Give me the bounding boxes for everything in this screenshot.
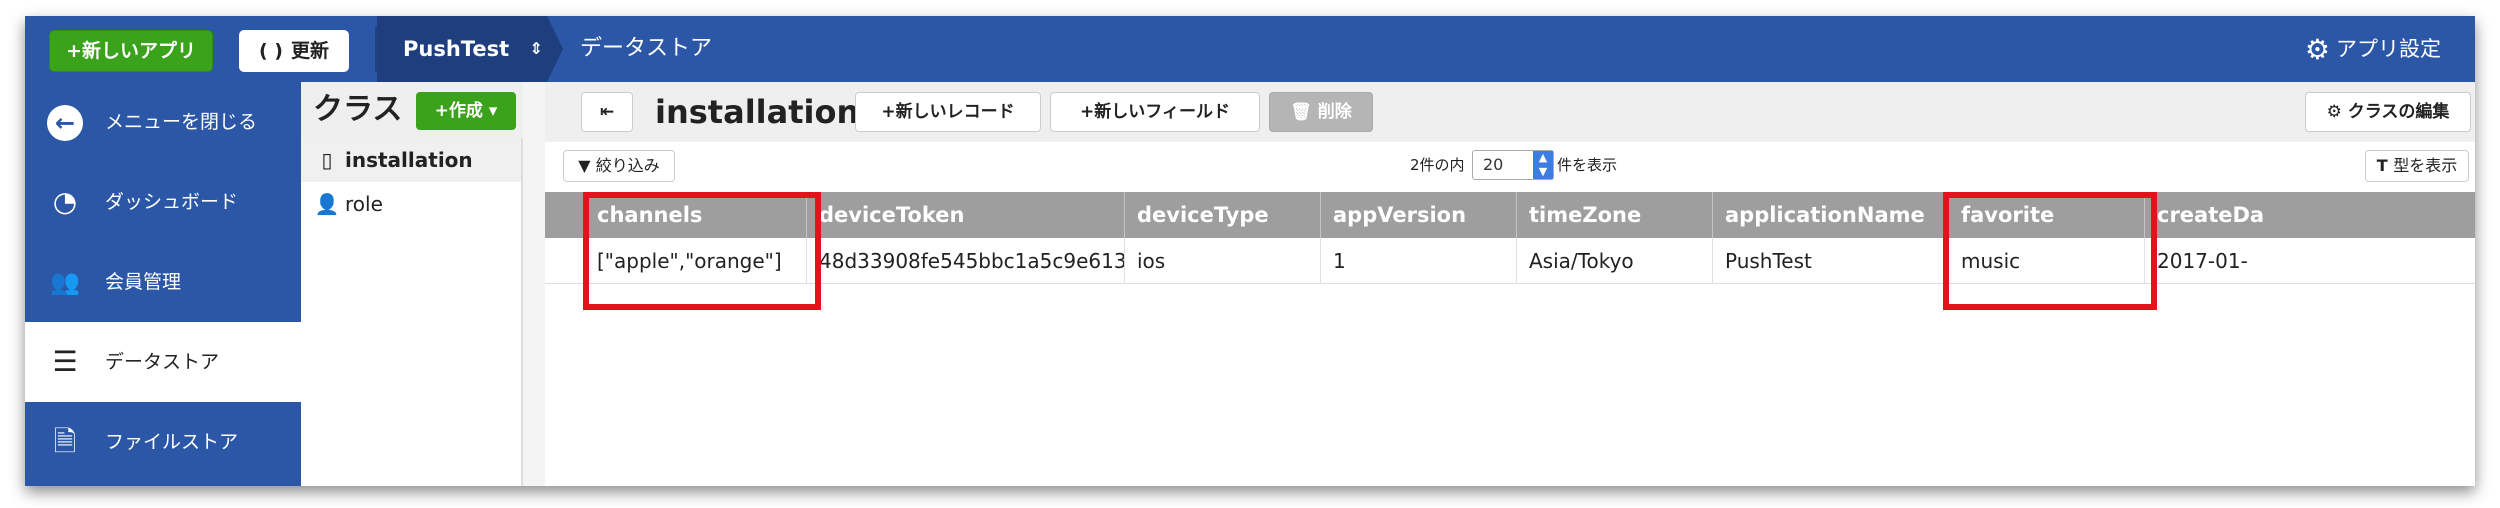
column-header-applicationname[interactable]: applicationName [1713,192,1949,238]
app-name: PushTest [403,37,510,61]
gear-icon: ⚙ [2326,102,2348,122]
column-header-devicetype[interactable]: deviceType [1125,192,1321,238]
column-header-timezone[interactable]: timeZone [1517,192,1713,238]
cell-devicetoken[interactable]: 48d33908fe545bbc1a5c9e61372f144e3a833… [807,238,1125,284]
dashboard-icon: ◔ [52,185,78,218]
class-item-label: installation [345,148,473,172]
count-prefix: 2件の内 [1410,156,1465,174]
table-header: channels deviceToken deviceType appVersi… [545,192,2475,238]
app-selector[interactable]: PushTest ⇕ [377,16,547,82]
users-icon: 👥 [50,268,80,296]
breadcrumb: データストア [580,36,713,61]
cell-timezone[interactable]: Asia/Tokyo [1517,238,1713,284]
sidebar-item-label: 会員管理 [105,271,182,293]
refresh-label: 更新 [290,40,329,62]
class-panel-title: クラス [313,92,403,127]
cell-applicationname[interactable]: PushTest [1713,238,1949,284]
trash-icon: 🗑 [1290,102,1318,122]
new-app-button[interactable]: +新しいアプリ [49,30,213,72]
cell-appversion[interactable]: 1 [1321,238,1517,284]
filter-bar: ▼ 絞り込み 2件の内 20 ▲ ▼ 件を表示 T 型を表示 [545,142,2475,188]
edit-class-label: クラスの編集 [2347,102,2450,122]
filter-button[interactable]: ▼ 絞り込み [563,150,675,182]
create-class-button[interactable]: +作成 ▾ [416,92,516,130]
sidebar-item-label: ファイルストア [105,431,239,453]
spinner-icon[interactable]: ▲ ▼ [1533,151,1553,179]
refresh-icon: ( ) [259,40,283,62]
top-bar: +新しいアプリ ( ) 更新 PushTest ⇕ データストア ⚙ アプリ設定 [25,16,2475,82]
cell-createdate[interactable]: 2017-01- [2145,238,2475,284]
column-header-devicetoken[interactable]: deviceToken [807,192,1125,238]
funnel-icon: ▼ [578,156,596,175]
app-settings-link[interactable]: ⚙ アプリ設定 [2305,16,2441,83]
table-row[interactable]: ["apple","orange"] 48d33908fe545bbc1a5c9… [545,238,2475,284]
sidebar-item-dashboard[interactable]: ◔ ダッシュボード [25,162,301,242]
file-icon: 🗎 [53,425,77,458]
sidebar-item-label: データストア [105,351,220,373]
updown-icon: ⇕ [529,39,543,58]
cell-devicetype[interactable]: ios [1125,238,1321,284]
edit-class-button[interactable]: ⚙ クラスの編集 [2305,92,2471,132]
show-type-button[interactable]: T 型を表示 [2365,150,2469,182]
class-name-title: installation [655,93,860,131]
column-header-appversion[interactable]: appVersion [1321,192,1517,238]
sidebar-item-filestore[interactable]: 🗎 ファイルストア [25,402,301,482]
app-window: +新しいアプリ ( ) 更新 PushTest ⇕ データストア ⚙ アプリ設定 ←… [25,16,2475,486]
count-suffix: 件を表示 [1557,156,1618,174]
page-size-value: 20 [1483,155,1504,174]
type-icon: T [2376,156,2394,175]
toggle-panel-button[interactable]: ⇤ [581,92,633,132]
toolbar: ⇤ installation +新しいレコード +新しいフィールド 🗑 削除 ⚙… [545,82,2475,142]
new-field-button[interactable]: +新しいフィールド [1050,92,1260,132]
class-item-role[interactable]: 👤 role [301,182,521,226]
class-panel-header: クラス +作成 ▾ [301,82,523,138]
sidebar-item-datastore[interactable]: ☰ データストア [25,322,301,402]
delete-button[interactable]: 🗑 削除 [1269,92,1373,132]
delete-label: 削除 [1317,102,1352,122]
page-size-input[interactable]: 20 ▲ ▼ [1472,150,1554,180]
refresh-button[interactable]: ( ) 更新 [239,30,349,72]
show-type-label: 型を表示 [2393,156,2458,175]
sidebar-item-label: ダッシュボード [105,191,239,213]
highlight-favorite-column [1943,192,2157,310]
sidebar-item-members[interactable]: 👥 会員管理 [25,242,301,322]
collapse-icon: ⇤ [599,102,615,122]
column-header-createdate[interactable]: createDa [2145,192,2475,238]
app-settings-label: アプリ設定 [2336,37,2441,61]
role-icon: 👤 [314,192,340,216]
sidebar: ← メニューを閉じる ◔ ダッシュボード 👥 会員管理 ☰ データストア 🗎 フ… [25,82,301,486]
sidebar-item-label: メニューを閉じる [105,111,258,133]
filter-label: 絞り込み [595,156,660,175]
breadcrumb-arrow [547,16,563,82]
main-content: ⇤ installation +新しいレコード +新しいフィールド 🗑 削除 ⚙… [545,82,2475,486]
highlight-channels-column [583,192,821,310]
sidebar-item-close-menu[interactable]: ← メニューを閉じる [25,82,301,162]
database-icon: ☰ [52,345,78,378]
class-panel: クラス +作成 ▾ ▯ installation 👤 role [301,82,523,486]
back-arrow-icon: ← [45,102,85,142]
class-item-installation[interactable]: ▯ installation [301,138,521,182]
mobile-icon: ▯ [321,148,333,172]
gear-icon: ⚙ [2304,33,2330,66]
class-item-label: role [345,192,383,216]
new-record-button[interactable]: +新しいレコード [855,92,1041,132]
